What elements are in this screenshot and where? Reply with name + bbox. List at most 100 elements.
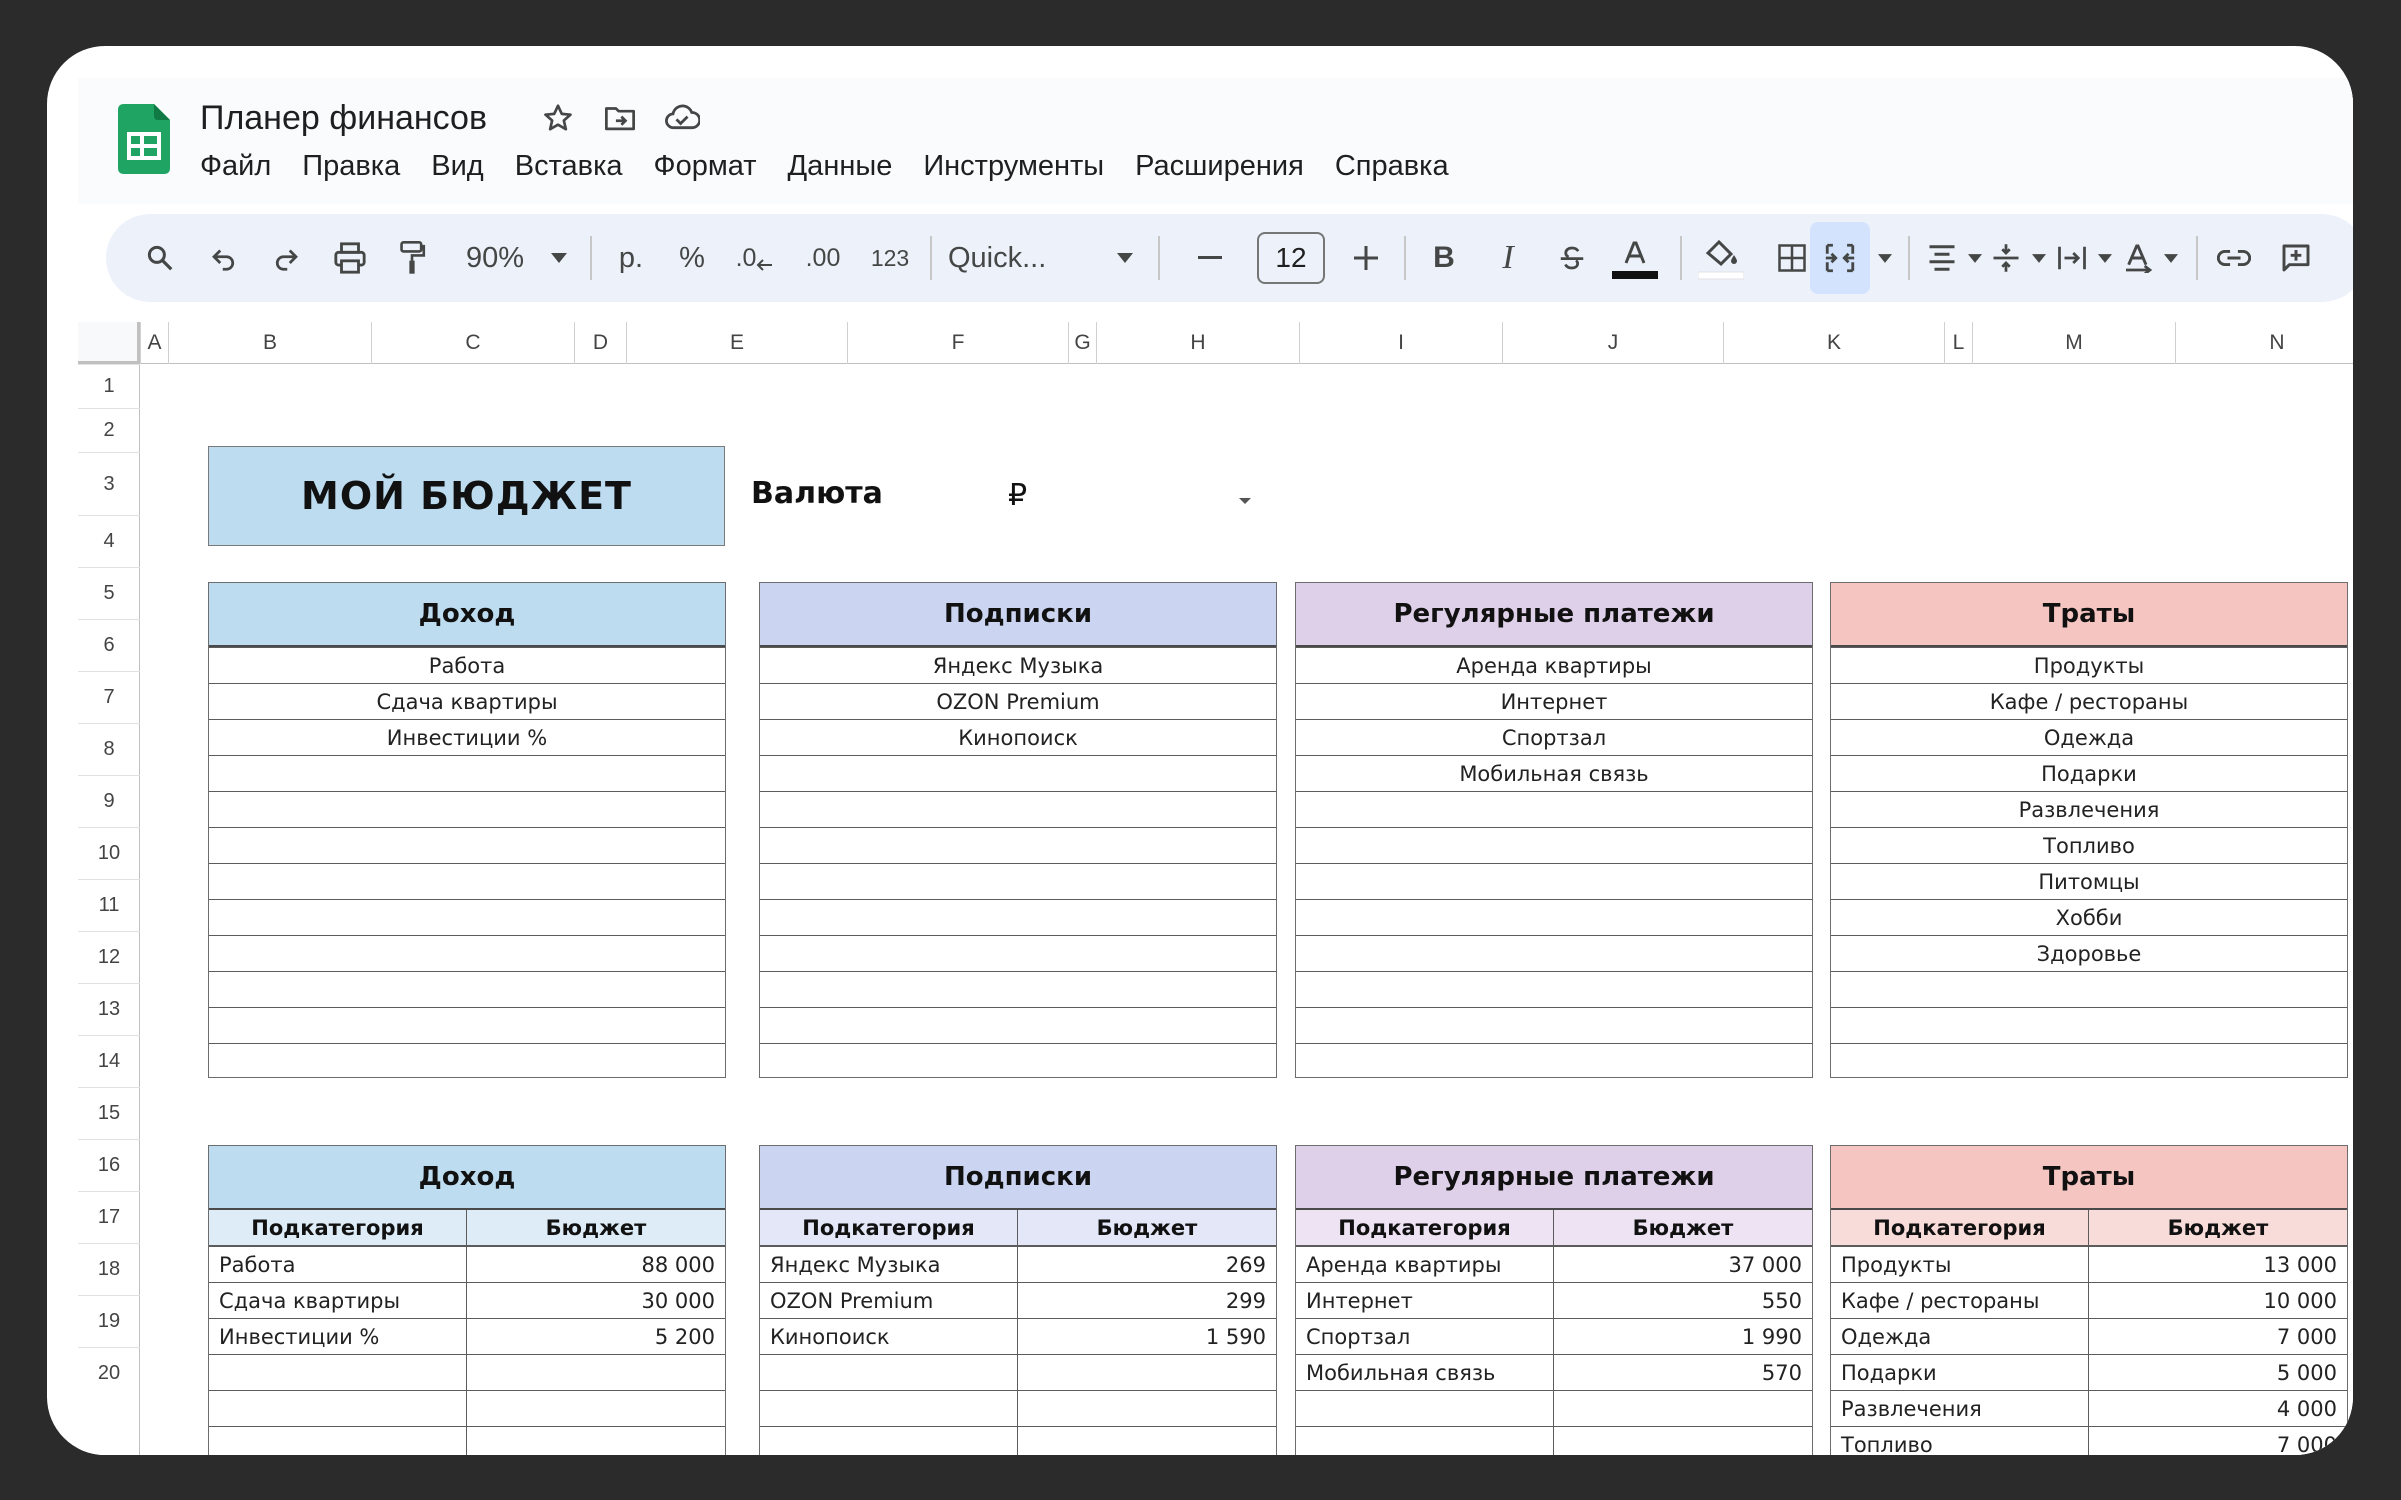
subcategory-cell[interactable]	[1296, 1391, 1554, 1426]
borders-icon[interactable]	[1770, 214, 1814, 302]
menu-file[interactable]: Файл	[200, 146, 271, 186]
table-row[interactable]: Работа	[209, 647, 725, 683]
subcategory-cell[interactable]: Одежда	[1831, 1319, 2089, 1354]
budget-cell[interactable]: 550	[1554, 1283, 1812, 1318]
text-color-icon[interactable]	[1610, 214, 1660, 302]
table-row[interactable]: Кинопоиск	[760, 719, 1276, 755]
table-row[interactable]	[760, 827, 1276, 863]
budget-cell[interactable]: 7 000	[2089, 1319, 2347, 1354]
table-row[interactable]	[209, 935, 725, 971]
row-header[interactable]: 1	[78, 364, 140, 408]
row-header[interactable]: 2	[78, 408, 140, 452]
table-header[interactable]: Доход	[209, 583, 725, 647]
subcategory-cell[interactable]: Мобильная связь	[1296, 1355, 1554, 1390]
insert-link-icon[interactable]	[2212, 214, 2256, 302]
font-size-input[interactable]: 12	[1257, 232, 1325, 284]
subcategory-header[interactable]: Подкатегория	[760, 1210, 1018, 1245]
zoom-dropdown-icon[interactable]	[544, 214, 574, 302]
print-icon[interactable]	[328, 214, 372, 302]
merge-dropdown-icon[interactable]	[1874, 214, 1896, 302]
strikethrough-icon[interactable]	[1550, 214, 1594, 302]
budget-cell[interactable]: 5 000	[2089, 1355, 2347, 1390]
table-row[interactable]	[209, 1043, 725, 1079]
merge-cells-icon[interactable]	[1810, 222, 1870, 294]
subcategory-cell[interactable]: Топливо	[1831, 1427, 2089, 1455]
menu-insert[interactable]: Вставка	[515, 146, 623, 186]
table-row[interactable]	[760, 899, 1276, 935]
subcategory-cell[interactable]: Подарки	[1831, 1355, 2089, 1390]
menu-tools[interactable]: Инструменты	[923, 146, 1104, 186]
row-header[interactable]: 12	[78, 931, 140, 983]
subcategory-cell[interactable]: Инвестиции %	[209, 1319, 467, 1354]
column-header-b[interactable]: B	[168, 322, 371, 364]
table-row[interactable]	[1296, 971, 1812, 1007]
column-header-m[interactable]: M	[1972, 322, 2175, 364]
budget-header[interactable]: Бюджет	[2089, 1210, 2347, 1245]
table-row[interactable]	[760, 755, 1276, 791]
subcategory-cell[interactable]: Спортзал	[1296, 1319, 1554, 1354]
budget-cell[interactable]: 30 000	[467, 1283, 725, 1318]
subcategory-header[interactable]: Подкатегория	[1296, 1210, 1554, 1245]
select-all-corner[interactable]	[78, 322, 140, 364]
horizontal-align-icon[interactable]	[1922, 214, 1962, 302]
table-header[interactable]: Траты	[1831, 1146, 2347, 1210]
budget-cell[interactable]: 4 000	[2089, 1391, 2347, 1426]
row-header[interactable]: 11	[78, 879, 140, 931]
menu-edit[interactable]: Правка	[302, 146, 400, 186]
row-header[interactable]: 9	[78, 775, 140, 827]
cloud-saved-icon[interactable]	[662, 98, 702, 138]
subcategory-cell[interactable]: Кафе / рестораны	[1831, 1283, 2089, 1318]
row-header[interactable]: 8	[78, 723, 140, 775]
subcategory-cell[interactable]: Яндекс Музыка	[760, 1247, 1018, 1282]
budget-cell[interactable]: 37 000	[1554, 1247, 1812, 1282]
row-header[interactable]: 18	[78, 1243, 140, 1295]
table-row[interactable]: Аренда квартиры	[1296, 647, 1812, 683]
menu-view[interactable]: Вид	[431, 146, 483, 186]
subcategory-cell[interactable]: Продукты	[1831, 1247, 2089, 1282]
subcategory-cell[interactable]: Сдача квартиры	[209, 1283, 467, 1318]
subcategory-header[interactable]: Подкатегория	[209, 1210, 467, 1245]
budget-cell[interactable]	[1554, 1391, 1812, 1426]
row-header[interactable]: 6	[78, 619, 140, 671]
column-header-a[interactable]: A	[140, 322, 168, 364]
table-row[interactable]: Инвестиции %	[209, 719, 725, 755]
budget-cell[interactable]: 570	[1554, 1355, 1812, 1390]
table-row[interactable]	[1296, 827, 1812, 863]
menu-help[interactable]: Справка	[1335, 146, 1449, 186]
table-row[interactable]	[760, 1043, 1276, 1079]
subcategory-cell[interactable]: OZON Premium	[760, 1283, 1018, 1318]
zoom-value[interactable]: 90%	[450, 214, 540, 302]
table-row[interactable]: Интернет	[1296, 683, 1812, 719]
table-row[interactable]	[760, 1007, 1276, 1043]
decrease-font-size-icon[interactable]	[1190, 214, 1230, 302]
table-row[interactable]	[209, 791, 725, 827]
row-header[interactable]: 19	[78, 1295, 140, 1347]
budget-cell[interactable]: 269	[1018, 1247, 1276, 1282]
table-row[interactable]	[1296, 1043, 1812, 1079]
table-row[interactable]: Топливо	[1831, 827, 2347, 863]
budget-cell[interactable]	[467, 1391, 725, 1426]
table-row[interactable]	[760, 971, 1276, 1007]
table-row[interactable]	[760, 863, 1276, 899]
star-icon[interactable]	[538, 98, 578, 138]
row-header[interactable]: 13	[78, 983, 140, 1035]
sheets-logo-icon[interactable]	[118, 104, 170, 174]
budget-cell[interactable]	[1018, 1355, 1276, 1390]
table-header[interactable]: Подписки	[760, 583, 1276, 647]
move-folder-icon[interactable]	[600, 98, 640, 138]
budget-cell[interactable]: 1 590	[1018, 1319, 1276, 1354]
currency-label[interactable]: Валюта	[751, 472, 883, 516]
table-row[interactable]: Здоровье	[1831, 935, 2347, 971]
table-header[interactable]: Подписки	[760, 1146, 1276, 1210]
subcategory-header[interactable]: Подкатегория	[1831, 1210, 2089, 1245]
currency-format-button[interactable]: р.	[606, 214, 656, 302]
align-dropdown-icon[interactable]	[1964, 214, 1986, 302]
table-row[interactable]: Хобби	[1831, 899, 2347, 935]
table-row[interactable]: Кафе / рестораны	[1831, 683, 2347, 719]
table-row[interactable]: Продукты	[1831, 647, 2347, 683]
table-header[interactable]: Траты	[1831, 583, 2347, 647]
undo-icon[interactable]	[204, 214, 244, 302]
table-row[interactable]: Мобильная связь	[1296, 755, 1812, 791]
table-row[interactable]	[209, 863, 725, 899]
font-dropdown-icon[interactable]	[1110, 214, 1140, 302]
